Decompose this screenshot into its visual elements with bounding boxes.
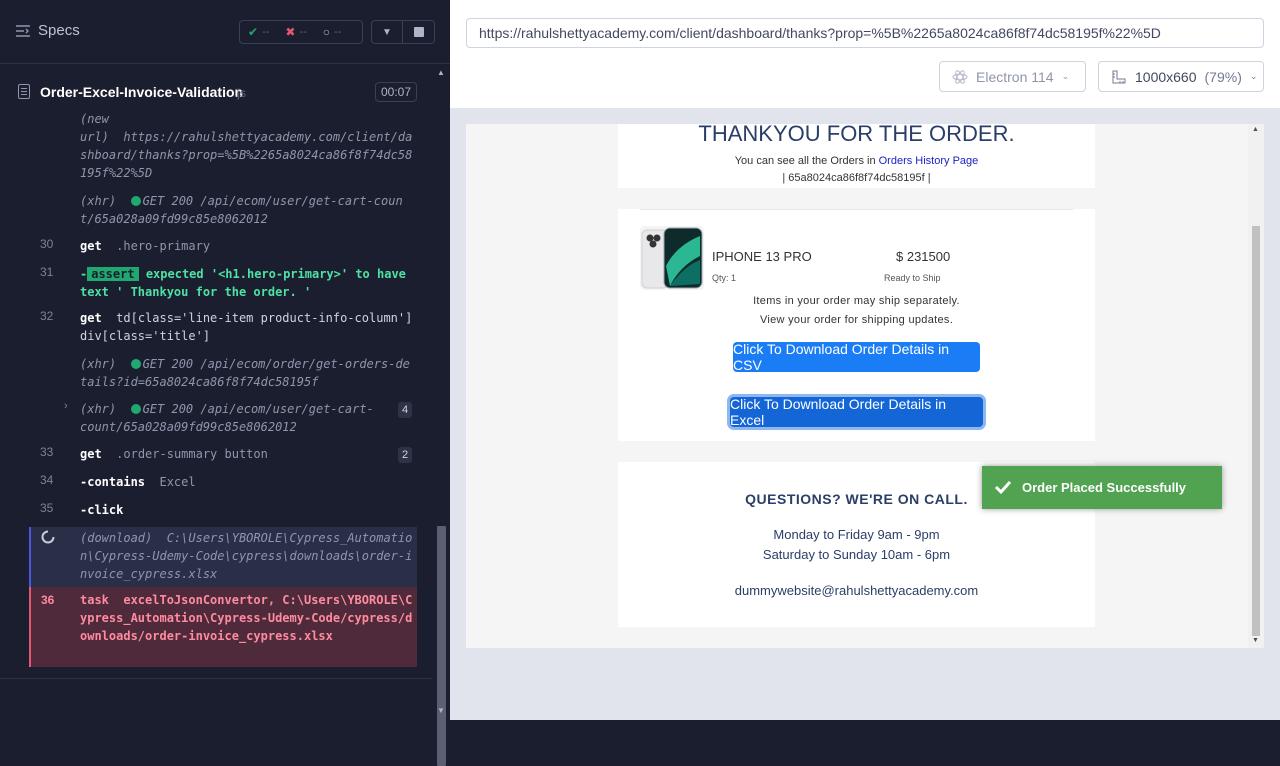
chevron-down-icon: ▼ xyxy=(382,26,392,38)
orders-history-link[interactable]: Orders History Page xyxy=(879,155,979,167)
stop-icon xyxy=(413,27,424,37)
app-under-test-frame: THANKYOU FOR THE ORDER. You can see all … xyxy=(466,124,1264,648)
product-qty: Qty: 1 xyxy=(712,273,737,283)
orders-line: You can see all the Orders in Orders His… xyxy=(618,155,1095,167)
command-arg: Excel xyxy=(159,475,196,489)
product-price: $ 231500 xyxy=(896,249,951,264)
ruler-icon xyxy=(1112,70,1126,83)
command-number: 31 xyxy=(40,265,54,279)
electron-icon xyxy=(952,69,968,84)
command-number: 36 xyxy=(41,593,55,607)
zoom-level: (79%) xyxy=(1204,68,1242,85)
app-scrollbar[interactable]: ▲ ▼ xyxy=(1248,124,1264,648)
command-name: task xyxy=(80,593,109,607)
shipping-note: View your order for shipping updates. xyxy=(759,314,954,326)
command-arg: td[class='line-item product-info-column'… xyxy=(80,311,420,343)
shipping-status: Ready to Ship xyxy=(884,273,941,283)
viewport-info[interactable]: 1000x660 (79%) ⌄ xyxy=(1098,61,1264,92)
assert-tag: assert xyxy=(87,267,139,281)
pending-icon: ○ xyxy=(322,25,331,39)
command-log-scrollbar[interactable]: ▲ ▼ xyxy=(433,64,450,766)
task-text: excelToJsonConvertor, C:\Users\YBOROLE\C… xyxy=(80,593,413,643)
checkmark-icon xyxy=(994,480,1012,495)
command-task-error[interactable]: 36 task excelToJsonConvertor, C:\Users\Y… xyxy=(29,587,417,667)
spinner-icon xyxy=(41,530,55,544)
scrollbar-thumb[interactable] xyxy=(437,526,446,766)
xhr-prefix: (xhr) xyxy=(80,402,131,416)
preview-header: https://rahulshettyacademy.com/client/da… xyxy=(450,0,1280,108)
app-preview-panel: https://rahulshettyacademy.com/client/da… xyxy=(450,0,1280,720)
command-number: 32 xyxy=(40,309,54,323)
command-name: get xyxy=(80,447,102,461)
count-badge: 2 xyxy=(398,447,412,463)
command-number: 30 xyxy=(40,237,54,251)
spec-title[interactable]: Order-Excel-Invoice-Validation xyxy=(40,84,243,100)
passed-icon: ✔ xyxy=(248,25,259,39)
count-badge: 4 xyxy=(398,402,412,418)
browser-label: Electron 114 xyxy=(976,68,1054,85)
pending-count: -- xyxy=(334,26,342,38)
divider xyxy=(0,678,432,679)
divider xyxy=(640,209,1073,210)
chevron-right-icon: › xyxy=(64,400,68,412)
command-name: -contains xyxy=(80,475,146,489)
xhr-prefix: (xhr) xyxy=(80,194,131,208)
duration-timer: 00:07 xyxy=(375,82,417,102)
success-toast[interactable]: Order Placed Successfully xyxy=(982,466,1222,509)
command-number: 33 xyxy=(40,445,54,459)
toast-message: Order Placed Successfully xyxy=(1022,480,1187,495)
command-number: 34 xyxy=(40,473,54,487)
thanks-section: THANKYOU FOR THE ORDER. You can see all … xyxy=(618,124,1095,188)
command-arg: .hero-primary xyxy=(116,239,211,253)
xhr-prefix: (xhr) xyxy=(80,357,131,371)
command-name: get xyxy=(80,311,102,325)
spec-extension: .js xyxy=(234,86,246,100)
failed-icon: ✖ xyxy=(285,25,296,39)
orders-line-text: You can see all the Orders in xyxy=(734,155,879,167)
failed-count: -- xyxy=(299,26,307,38)
stop-button[interactable] xyxy=(403,20,435,44)
chevron-down-icon: ⌄ xyxy=(1249,71,1258,81)
command-name: get xyxy=(80,239,102,253)
order-summary: IPHONE 13 PRO $ 231500 Qty: 1 Ready to S… xyxy=(618,209,1095,441)
shipping-note: Items in your order may ship separately. xyxy=(753,295,960,307)
specs-button[interactable]: Specs xyxy=(16,22,80,39)
command-arg: .order-summary button xyxy=(116,447,268,461)
contact-email[interactable]: dummywebsite@rahulshettyacademy.com xyxy=(618,583,1095,598)
command-name: -click xyxy=(80,503,124,517)
command-log-panel: Specs ✔ -- ✖ -- ○ -- ▼ Order-Excel-Invoice-… xyxy=(0,0,450,766)
menu-lines-icon xyxy=(16,24,30,37)
specs-label: Specs xyxy=(38,22,80,39)
browser-selector[interactable]: Electron 114 ⌄ xyxy=(939,61,1086,92)
command-download[interactable]: (download) C:\Users\YBOROLE\Cypress_Auto… xyxy=(29,527,417,587)
download-prefix: (download) xyxy=(80,531,167,545)
scrollbar-thumb[interactable] xyxy=(1252,226,1260,636)
download-csv-button[interactable]: Click To Download Order Details in CSV xyxy=(733,341,980,373)
collapse-button[interactable]: ▼ xyxy=(371,20,403,44)
order-id: | 65a8024ca86f8f74dc58195f | xyxy=(782,172,931,184)
page-title: THANKYOU FOR THE ORDER. xyxy=(698,124,1015,146)
status-dot-icon xyxy=(130,196,141,206)
status-dot-icon xyxy=(130,359,141,369)
document-icon xyxy=(18,84,30,99)
chevron-down-icon: ⌄ xyxy=(1061,71,1070,81)
hours-weekend: Saturday to Sunday 10am - 6pm xyxy=(762,547,951,562)
test-stats: ✔ -- ✖ -- ○ -- xyxy=(239,20,363,44)
command-text: (new url) https://rahulshettyacademy.com… xyxy=(80,112,413,180)
status-dot-icon xyxy=(130,404,141,414)
viewport-size: 1000x660 xyxy=(1135,68,1197,85)
scroll-down-icon: ▼ xyxy=(437,706,445,715)
passed-count: -- xyxy=(262,26,270,38)
scroll-up-icon: ▲ xyxy=(1252,126,1259,133)
hours-weekday: Monday to Friday 9am - 9pm xyxy=(773,527,940,542)
url-bar[interactable]: https://rahulshettyacademy.com/client/da… xyxy=(466,18,1264,48)
scroll-up-icon: ▲ xyxy=(437,68,445,77)
download-excel-button[interactable]: Click To Download Order Details in Excel xyxy=(730,396,983,428)
scroll-down-icon: ▼ xyxy=(1252,637,1259,644)
command-number: 35 xyxy=(40,501,54,515)
product-image xyxy=(640,226,704,290)
product-name: IPHONE 13 PRO xyxy=(712,249,812,264)
reporter-header: Specs ✔ -- ✖ -- ○ -- ▼ xyxy=(0,0,450,64)
